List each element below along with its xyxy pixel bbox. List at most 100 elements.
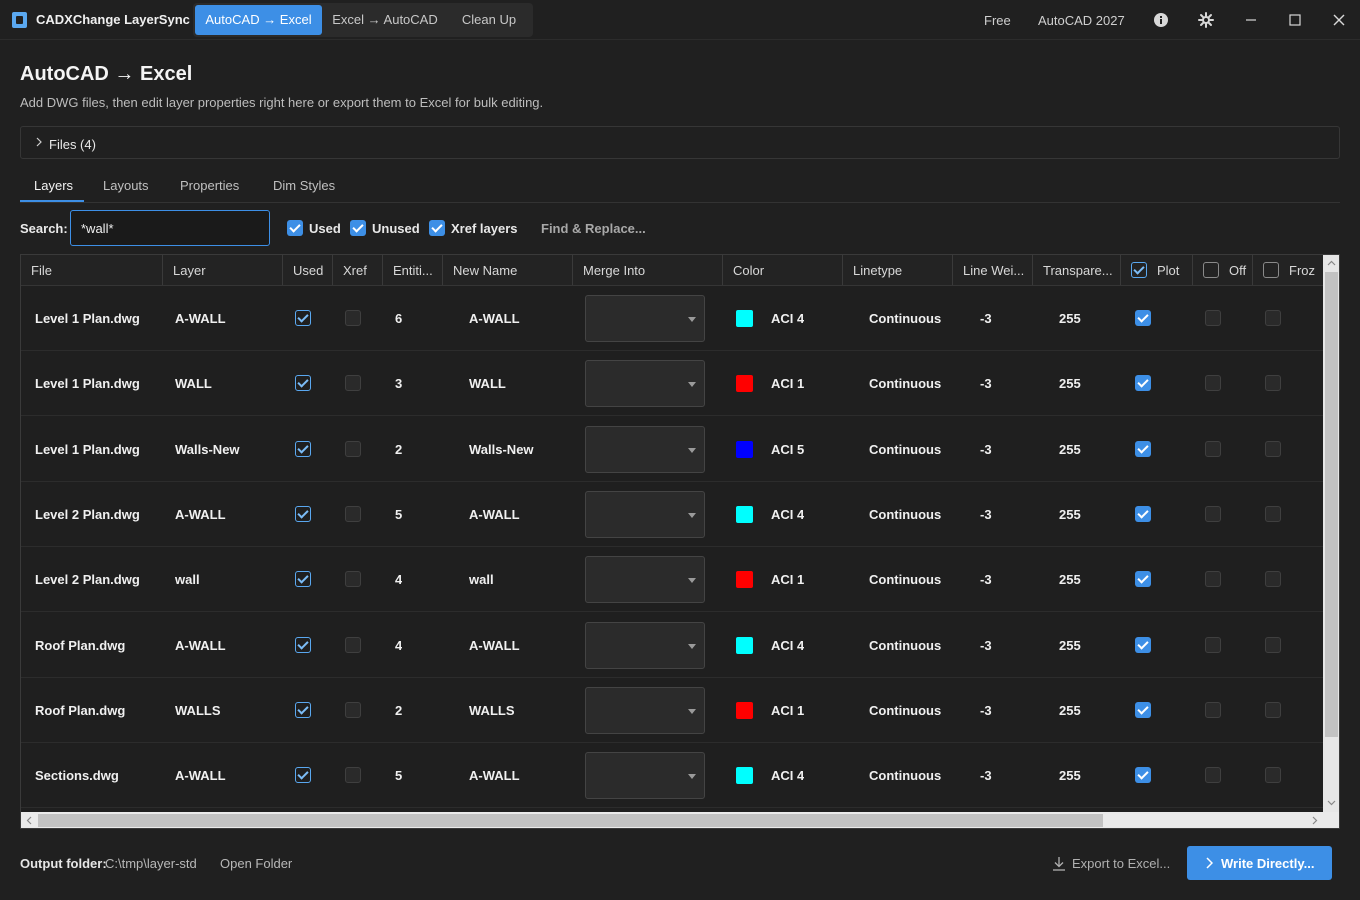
table-row[interactable]: Level 1 Plan.dwg A-WALL 6 A-WALL ACI 4 Contin… — [21, 286, 1323, 351]
info-icon[interactable] — [1153, 12, 1169, 28]
merge-into-dropdown[interactable] — [585, 360, 705, 408]
tab-properties[interactable]: Properties — [180, 178, 239, 193]
search-input[interactable] — [70, 210, 270, 246]
column-header-off[interactable]: Off — [1193, 255, 1253, 285]
color-swatch[interactable] — [736, 440, 753, 458]
merge-into-dropdown[interactable] — [585, 621, 705, 669]
xref-checkbox[interactable] — [345, 440, 361, 457]
column-header-lineweight[interactable]: Line Wei... — [953, 255, 1033, 285]
scroll-up-icon[interactable] — [1327, 259, 1336, 268]
xref-checkbox[interactable] — [345, 505, 361, 522]
frozen-checkbox[interactable] — [1265, 767, 1281, 784]
xref-checkbox[interactable] — [345, 375, 361, 392]
frozen-checkbox[interactable] — [1265, 636, 1281, 653]
column-header-plot[interactable]: Plot — [1121, 255, 1193, 285]
color-swatch[interactable] — [736, 767, 753, 785]
color-swatch[interactable] — [736, 636, 753, 654]
tab-layouts[interactable]: Layouts — [103, 178, 149, 193]
off-checkbox[interactable] — [1205, 636, 1221, 653]
table-row[interactable]: Level 1 Plan.dwg Walls-New 2 Walls-New ACI 5… — [21, 417, 1323, 482]
unused-checkbox[interactable] — [350, 220, 366, 236]
column-header-color[interactable]: Color — [723, 255, 843, 285]
merge-into-dropdown[interactable] — [585, 295, 705, 342]
tab-dim-styles[interactable]: Dim Styles — [273, 178, 335, 193]
column-header-used[interactable]: Used — [283, 255, 333, 285]
write-directly-button[interactable]: Write Directly... — [1187, 846, 1332, 880]
merge-into-dropdown[interactable] — [585, 425, 705, 473]
frozen-checkbox[interactable] — [1265, 440, 1281, 457]
used-checkbox[interactable] — [295, 636, 311, 653]
used-checkbox[interactable] — [295, 767, 311, 784]
color-swatch[interactable] — [736, 505, 753, 523]
xref-checkbox[interactable] — [345, 636, 361, 653]
frozen-checkbox[interactable] — [1265, 701, 1281, 718]
vertical-scrollbar[interactable] — [1323, 255, 1339, 812]
off-checkbox[interactable] — [1205, 571, 1221, 588]
column-header-new-name[interactable]: New Name — [443, 255, 573, 285]
off-checkbox[interactable] — [1205, 375, 1221, 392]
table-row[interactable]: Level 1 Plan.dwg WALL 3 WALL ACI 1 Continuous… — [21, 351, 1323, 417]
plot-checkbox[interactable] — [1135, 636, 1151, 653]
off-checkbox[interactable] — [1205, 310, 1221, 326]
horizontal-scrollbar[interactable] — [21, 812, 1323, 828]
column-header-linetype[interactable]: Linetype — [843, 255, 953, 285]
merge-into-dropdown[interactable] — [585, 490, 705, 538]
off-checkbox[interactable] — [1205, 440, 1221, 457]
merge-into-dropdown[interactable] — [585, 752, 705, 800]
color-swatch[interactable] — [736, 571, 753, 589]
plot-checkbox[interactable] — [1135, 440, 1151, 457]
column-header-frozen[interactable]: Froz — [1253, 255, 1323, 285]
frozen-all-checkbox[interactable] — [1263, 262, 1279, 278]
settings-icon[interactable] — [1198, 12, 1214, 28]
used-checkbox[interactable] — [295, 375, 311, 392]
frozen-checkbox[interactable] — [1265, 375, 1281, 392]
used-checkbox[interactable] — [295, 310, 311, 326]
column-header-entities[interactable]: Entiti... — [383, 255, 443, 285]
scroll-right-icon[interactable] — [1310, 816, 1319, 825]
plot-checkbox[interactable] — [1135, 310, 1151, 326]
off-all-checkbox[interactable] — [1203, 262, 1219, 278]
plot-checkbox[interactable] — [1135, 767, 1151, 784]
color-swatch[interactable] — [736, 375, 753, 393]
frozen-checkbox[interactable] — [1265, 310, 1281, 326]
mode-autocad-to-excel[interactable]: AutoCAD → Excel — [195, 5, 322, 35]
xref-checkbox[interactable] — [345, 571, 361, 588]
column-header-file[interactable]: File — [21, 255, 163, 285]
column-header-merge-into[interactable]: Merge Into — [573, 255, 723, 285]
plot-checkbox[interactable] — [1135, 701, 1151, 718]
horizontal-scroll-thumb[interactable] — [38, 814, 1103, 827]
mode-excel-to-autocad[interactable]: Excel → AutoCAD — [324, 5, 446, 35]
color-swatch[interactable] — [736, 701, 753, 719]
plot-checkbox[interactable] — [1135, 375, 1151, 392]
used-checkbox[interactable] — [287, 220, 303, 236]
column-header-xref[interactable]: Xref — [333, 255, 383, 285]
plot-checkbox[interactable] — [1135, 505, 1151, 522]
column-header-layer[interactable]: Layer — [163, 255, 283, 285]
table-row[interactable]: Level 2 Plan.dwg A-WALL 5 A-WALL ACI 4 Contin… — [21, 482, 1323, 547]
table-row[interactable]: Roof Plan.dwg WALLS 2 WALLS ACI 1 Continuous -… — [21, 678, 1323, 743]
plot-checkbox[interactable] — [1135, 571, 1151, 588]
open-folder-button[interactable]: Open Folder — [220, 856, 292, 871]
table-row[interactable]: Level 2 Plan.dwg wall 4 wall ACI 1 Continuous… — [21, 547, 1323, 613]
off-checkbox[interactable] — [1205, 505, 1221, 522]
close-icon[interactable] — [1331, 12, 1347, 28]
scroll-down-icon[interactable] — [1327, 798, 1336, 807]
table-row[interactable]: Roof Plan.dwg A-WALL 4 A-WALL ACI 4 Continuou… — [21, 613, 1323, 678]
xref-layers-checkbox[interactable] — [429, 220, 445, 236]
used-checkbox[interactable] — [295, 701, 311, 718]
files-expander[interactable]: Files (4) — [20, 126, 1340, 159]
version-label[interactable]: AutoCAD 2027 — [1038, 13, 1125, 28]
vertical-scroll-thumb[interactable] — [1325, 272, 1338, 737]
maximize-icon[interactable] — [1287, 12, 1303, 28]
off-checkbox[interactable] — [1205, 767, 1221, 784]
column-header-transparency[interactable]: Transpare... — [1033, 255, 1121, 285]
used-checkbox[interactable] — [295, 571, 311, 588]
merge-into-dropdown[interactable] — [585, 556, 705, 604]
merge-into-dropdown[interactable] — [585, 686, 705, 734]
xref-checkbox[interactable] — [345, 701, 361, 718]
used-checkbox[interactable] — [295, 505, 311, 522]
frozen-checkbox[interactable] — [1265, 571, 1281, 588]
mode-clean-up[interactable]: Clean Up — [448, 5, 530, 35]
off-checkbox[interactable] — [1205, 701, 1221, 718]
plot-all-checkbox[interactable] — [1131, 262, 1147, 278]
